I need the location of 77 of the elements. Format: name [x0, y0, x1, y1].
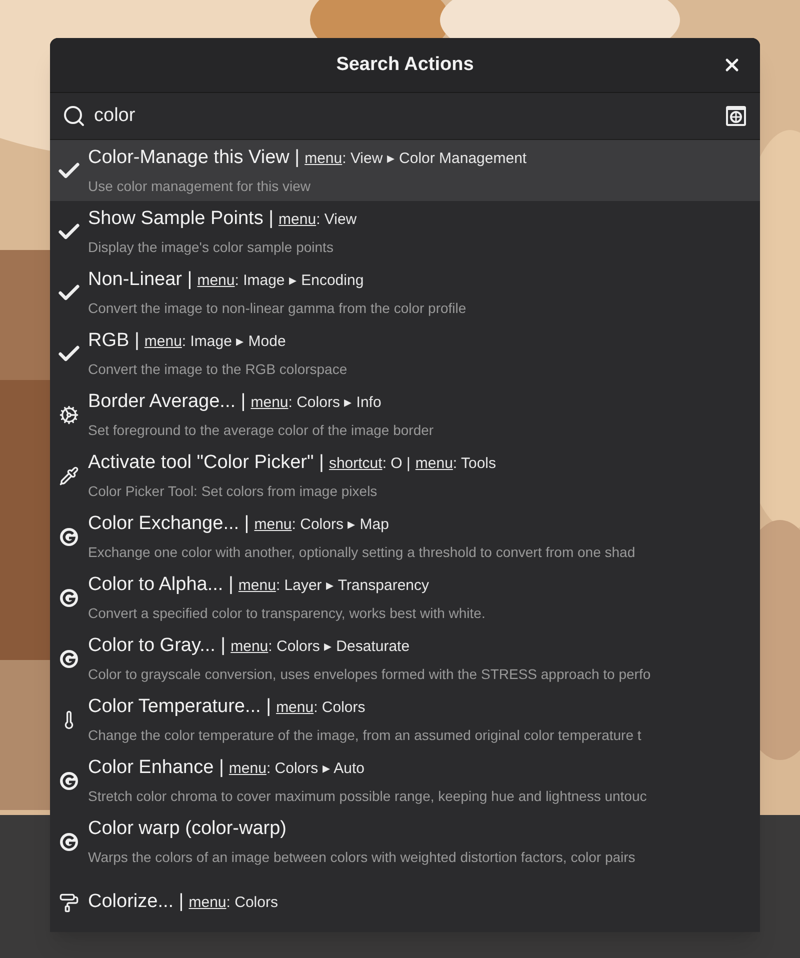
action-description: Warps the colors of an image between colors with weighted distortion factors, color pairs [88, 848, 636, 868]
part-value: : Tools [452, 454, 496, 474]
part-key: menu [276, 696, 314, 720]
part-value: : Colors [226, 893, 278, 914]
g-logo-icon [59, 526, 79, 546]
action-title: Show Sample Points | [88, 206, 274, 231]
action-description: Stretch color chroma to cover maximum possible range, keeping hue and lightness untouc [88, 787, 647, 806]
result-row[interactable]: Show Sample Points | menu: View Display the image's color sample points [50, 201, 760, 262]
g-logo-icon [59, 648, 79, 668]
search-icon [62, 104, 86, 128]
action-title: Color Enhance | [88, 756, 224, 780]
g-logo-icon [59, 588, 79, 608]
g-logo-icon [59, 832, 79, 852]
part-key: menu [278, 208, 316, 232]
part-key: menu [228, 758, 266, 780]
search-field[interactable]: color [50, 93, 760, 140]
part-value: : Colors [314, 698, 366, 718]
result-row[interactable]: RGB | menu: Image ▸ Mode Convert the image to the RGB colorspace [50, 323, 760, 384]
result-row[interactable]: Color to Alpha... | menu: Layer ▸ Transparency Convert a specified color to transparency, works best with white. [50, 567, 760, 628]
result-row[interactable]: Border Average... | menu: Colors ▸ Info Set foreground to the average color of the image border [50, 384, 760, 445]
action-title: Color to Gray... | [88, 634, 226, 658]
part-key: menu [230, 636, 268, 658]
action-description: Convert the image to non-linear gamma from the color profile [88, 299, 466, 318]
part-key: menu [250, 392, 288, 414]
part-key: menu [304, 148, 342, 170]
action-title: Border Average... | [88, 390, 246, 414]
part-value: : O | [382, 454, 410, 474]
result-row[interactable]: Color Enhance | menu: Colors ▸ Auto Stretch color chroma to cover maximum possible range, keeping hue and lightness untouc [50, 750, 760, 811]
action-description: Exchange one color with another, optionally setting a threshold to convert from one shad [88, 543, 636, 562]
action-description: Display the image's color sample points [88, 238, 334, 258]
g-logo-icon [59, 770, 79, 790]
part-value: : View ▸ Color Management [342, 148, 527, 169]
result-row[interactable]: Non-Linear | menu: Image ▸ Encoding Convert the image to non-linear gamma from the color profile [50, 262, 760, 323]
action-description: Convert the image to the RGB colorspace [88, 360, 348, 380]
result-row[interactable]: Activate tool "Color Picker" | shortcut: O | menu: Tools Color Picker Tool: Set colors from image pixels [50, 445, 760, 506]
action-description: Use color management for this view [88, 177, 312, 196]
part-key: menu [144, 330, 182, 354]
result-row[interactable]: Color to Gray... | menu: Colors ▸ Desaturate Color to grayscale conversion, uses envelopes formed with the STRESS approach to perfo [50, 628, 760, 689]
action-title: Color Exchange... | [88, 512, 250, 536]
part-key: menu [188, 892, 226, 915]
dialog-title: Search Actions [336, 52, 474, 77]
part-value: : View [316, 210, 357, 230]
result-row[interactable]: Color-Manage this View | menu: View ▸ Color Management Use color management for this view [50, 140, 760, 201]
action-title: Color warp (color-warp) [88, 816, 286, 841]
part-key: menu [254, 514, 292, 536]
part-value: : Colors ▸ Desaturate [268, 636, 410, 657]
result-row[interactable]: Color Temperature... | menu: Colors Change the color temperature of the image, from an assumed original color temperature t [50, 689, 760, 750]
part-value: : Colors ▸ Info [288, 392, 382, 413]
result-row[interactable]: Colorize... | menu: Colors [50, 872, 760, 932]
part-value: : Image ▸ Mode [182, 332, 286, 352]
part-value: : Image ▸ Encoding [234, 270, 364, 291]
search-input[interactable]: color [94, 102, 716, 130]
action-description: Color Picker Tool: Set colors from image pixels [88, 482, 378, 502]
action-description: Set foreground to the average color of the image border [88, 421, 434, 440]
action-title: Color to Alpha... | [88, 572, 234, 597]
action-title: RGB | [88, 328, 140, 353]
action-title: Color Temperature... | [88, 694, 272, 719]
part-key: menu [415, 452, 453, 476]
result-row[interactable]: Color warp (color-warp) Warps the colors of an image between colors with weighted distortion factors, color pairs [50, 811, 760, 872]
result-row[interactable]: Color Exchange... | menu: Colors ▸ Map Exchange one color with another, optionally setting a threshold to convert from one shad [50, 506, 760, 567]
pipette-icon [59, 466, 79, 486]
action-title: Color-Manage this View | [88, 146, 300, 170]
part-value: : Layer ▸ Transparency [276, 576, 430, 596]
action-title: Activate tool "Color Picker" | [88, 450, 324, 475]
gear-icon [59, 404, 79, 424]
part-key: menu [197, 270, 235, 292]
action-description: Convert a specified color to transparency, works best with white. [88, 604, 486, 624]
action-title: Non-Linear | [88, 268, 192, 292]
part-key: shortcut [328, 452, 382, 476]
action-description: Color to grayscale conversion, uses envelopes formed with the STRESS approach to perfo [88, 665, 651, 684]
paint-roller-icon [59, 892, 79, 912]
part-key: menu [238, 574, 276, 598]
part-value: : Colors ▸ Auto [266, 758, 364, 779]
action-title: Colorize... | [88, 890, 184, 914]
settings-icon[interactable] [724, 104, 748, 128]
action-description: Change the color temperature of the image, from an assumed original color temperature t [88, 726, 642, 746]
part-value: : Colors ▸ Map [292, 514, 389, 535]
